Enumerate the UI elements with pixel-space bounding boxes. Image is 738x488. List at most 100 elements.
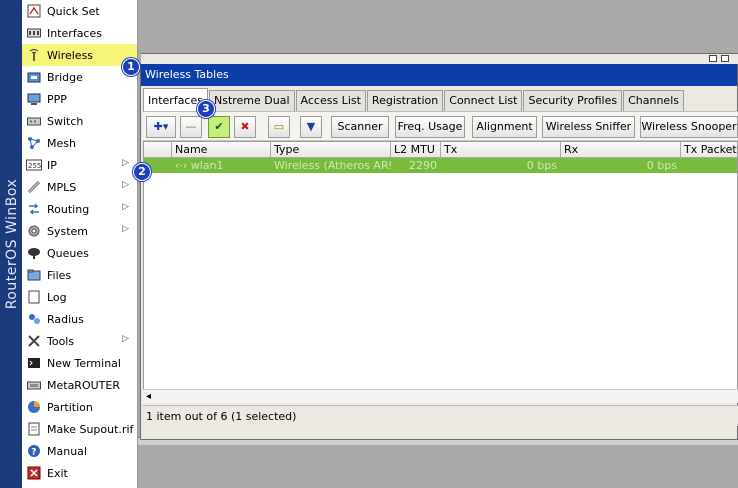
wireless-icon (26, 47, 42, 63)
wireless-snooper-button[interactable]: Wireless Snooper (640, 116, 738, 138)
interfaces-icon (26, 25, 42, 41)
menu-item-make-supout[interactable]: Make Supout.rif (22, 418, 137, 440)
table-header: Name Type L2 MTU Tx Rx Tx Packet (p (144, 142, 737, 158)
window-title[interactable]: Wireless Tables (141, 64, 737, 86)
alignment-button[interactable]: Alignment (472, 116, 537, 138)
row-type: Wireless (Atheros AR9... (274, 159, 391, 172)
submenu-arrow-icon: ▷ (122, 158, 129, 168)
brand-bar: RouterOS WinBox (0, 0, 22, 488)
menu-item-new-terminal[interactable]: New Terminal (22, 352, 137, 374)
row-name: ‹·› wlan1 (175, 159, 224, 172)
menu-item-mpls[interactable]: MPLS ▷ (22, 176, 137, 198)
menu-item-queues[interactable]: Queues (22, 242, 137, 264)
enable-check-icon[interactable]: ✔ (208, 116, 230, 138)
ip-icon: 255 (26, 157, 42, 173)
column-type[interactable]: Type (271, 142, 391, 158)
system-gear-icon (26, 223, 42, 239)
filter-icon[interactable]: ▼ (300, 116, 322, 138)
menu-item-switch[interactable]: Switch (22, 110, 137, 132)
tab-channels[interactable]: Channels (623, 90, 684, 111)
help-icon: ? (26, 443, 42, 459)
svg-text:255: 255 (28, 162, 41, 170)
interfaces-table: Name Type L2 MTU Tx Rx Tx Packet (p ‹·› … (143, 141, 738, 399)
tab-access-list[interactable]: Access List (295, 90, 366, 111)
menu-item-system[interactable]: System ▷ (22, 220, 137, 242)
annotation-badge-3: 3 (197, 100, 215, 118)
tab-connect-list[interactable]: Connect List (444, 90, 523, 111)
column-name[interactable]: Name (172, 142, 271, 158)
metarouter-icon (26, 377, 42, 393)
menu-item-manual[interactable]: ? Manual (22, 440, 137, 462)
toolbar: ✚▾ — ✔ ✖ ▭ ▼ Scanner Freq. Usage Alignme… (143, 111, 738, 141)
column-rx[interactable]: Rx (561, 142, 681, 158)
menu-item-ip[interactable]: 255 IP ▷ (22, 154, 137, 176)
mesh-icon (26, 135, 42, 151)
column-tx-packet[interactable]: Tx Packet (p (681, 142, 737, 158)
terminal-icon (26, 355, 42, 371)
submenu-arrow-icon: ▷ (122, 180, 129, 190)
menu-item-partition[interactable]: Partition (22, 396, 137, 418)
scroll-left-arrow-icon[interactable]: ◂ (146, 390, 151, 403)
tab-security-profiles[interactable]: Security Profiles (523, 90, 623, 111)
queues-icon (26, 245, 42, 261)
column-tx[interactable]: Tx (441, 142, 561, 158)
row-l2mtu: 2290 (409, 159, 437, 172)
menu-item-exit[interactable]: Exit (22, 462, 137, 484)
submenu-arrow-icon: ▷ (122, 202, 129, 212)
tab-registration[interactable]: Registration (366, 90, 444, 111)
menu-item-quick-set[interactable]: Quick Set (22, 0, 137, 22)
tools-icon (26, 333, 42, 349)
watermark: Lexnal Erkh (544, 258, 685, 282)
main-menu: Quick Set Interfaces Wireless Bridge PPP… (22, 0, 138, 488)
tab-nstreme-dual[interactable]: Nstreme Dual (208, 90, 295, 111)
wireless-tables-window: Wireless Tables Interfaces Nstreme Dual … (140, 53, 738, 440)
menu-item-bridge[interactable]: Bridge (22, 66, 137, 88)
menu-item-ppp[interactable]: PPP (22, 88, 137, 110)
menu-item-log[interactable]: Log (22, 286, 137, 308)
quick-set-icon (26, 3, 42, 19)
menu-item-routing[interactable]: Routing ▷ (22, 198, 137, 220)
remove-icon[interactable]: — (180, 116, 202, 138)
horizontal-scrollbar[interactable]: ◂ (143, 389, 738, 403)
menu-item-radius[interactable]: Radius (22, 308, 137, 330)
status-bar: 1 item out of 6 (1 selected) (143, 405, 738, 426)
svg-text:?: ? (31, 448, 36, 458)
menu-item-interfaces[interactable]: Interfaces (22, 22, 137, 44)
row-rx: 0 bps (646, 159, 677, 172)
switch-icon (26, 113, 42, 129)
partition-icon (26, 399, 42, 415)
close-icon[interactable] (721, 55, 729, 62)
submenu-arrow-icon: ▷ (122, 224, 129, 234)
annotation-badge-2: 2 (133, 163, 151, 181)
scanner-button[interactable]: Scanner (331, 116, 389, 138)
exit-icon (26, 465, 42, 481)
tab-bar: Interfaces Nstreme Dual Access List Regi… (143, 88, 685, 111)
column-flag[interactable] (144, 142, 172, 158)
row-tx: 0 bps (526, 159, 557, 172)
disable-x-icon[interactable]: ✖ (234, 116, 256, 138)
mpls-icon (26, 179, 42, 195)
comment-icon[interactable]: ▭ (268, 116, 290, 138)
column-l2mtu[interactable]: L2 MTU (391, 142, 441, 158)
log-icon (26, 289, 42, 305)
submenu-arrow-icon: ▷ (122, 334, 129, 344)
menu-item-wireless[interactable]: Wireless (22, 44, 137, 66)
routing-icon (26, 201, 42, 217)
freq-usage-button[interactable]: Freq. Usage (395, 116, 465, 138)
ppp-icon (26, 91, 42, 107)
minimize-icon[interactable] (709, 55, 717, 62)
table-row[interactable]: ‹·› wlan1 Wireless (Atheros AR9... 2290 … (144, 158, 737, 173)
wireless-sniffer-button[interactable]: Wireless Sniffer (542, 116, 635, 138)
row-tx-packet (681, 158, 737, 173)
menu-item-tools[interactable]: Tools ▷ (22, 330, 137, 352)
brand-text: RouterOS WinBox (4, 178, 20, 310)
files-icon (26, 267, 42, 283)
bridge-icon (26, 69, 42, 85)
menu-item-mesh[interactable]: Mesh (22, 132, 137, 154)
menu-item-files[interactable]: Files (22, 264, 137, 286)
menu-item-metarouter[interactable]: MetaROUTER (22, 374, 137, 396)
add-icon[interactable]: ✚▾ (146, 116, 176, 138)
annotation-badge-1: 1 (122, 58, 140, 76)
radius-icon (26, 311, 42, 327)
background-window-edge (141, 53, 738, 64)
